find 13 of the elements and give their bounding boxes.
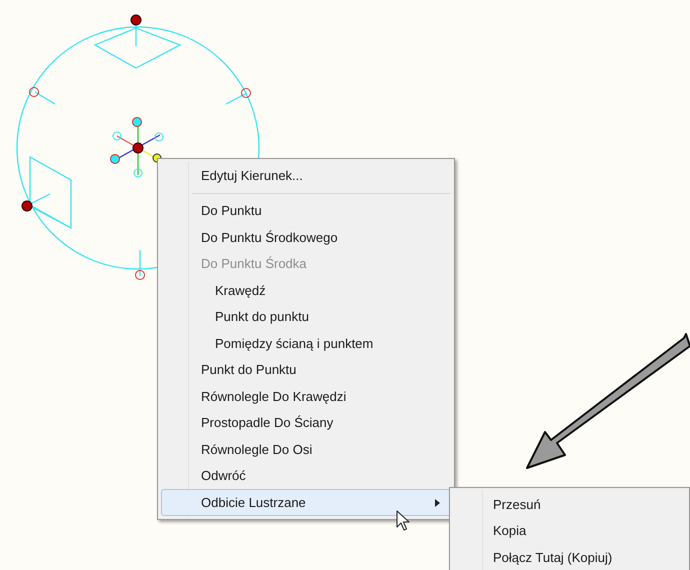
menu-item[interactable]: Odwróć xyxy=(161,462,451,489)
menu-item[interactable]: Prostopadle Do Ściany xyxy=(161,410,451,436)
mouse-cursor-icon xyxy=(396,510,410,532)
menu-item[interactable]: Odbicie Lustrzane xyxy=(161,489,451,516)
menu-item[interactable]: Edytuj Kierunek... xyxy=(161,162,451,188)
menu-item[interactable]: Do Punktu Środkowego xyxy=(161,224,451,250)
menu-item[interactable]: Do Punktu xyxy=(161,198,451,224)
menu-item[interactable]: Równolegle Do Krawędzi xyxy=(161,383,451,410)
menu-item[interactable]: Równolegle Do Osi xyxy=(161,436,451,462)
menu-item[interactable]: Połącz Tutaj (Kopiuj) xyxy=(453,544,686,570)
menu-item[interactable]: Punkt do Punktu xyxy=(161,356,451,383)
menu-item[interactable]: Kopia xyxy=(453,518,686,544)
menu-item[interactable]: Przesuń xyxy=(453,491,686,518)
